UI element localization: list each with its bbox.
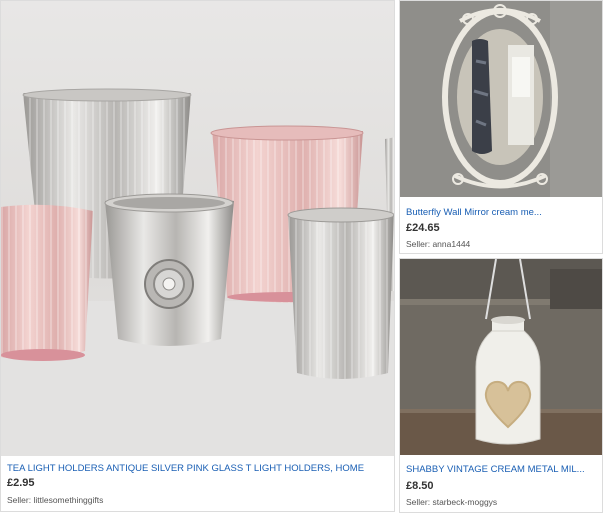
listing-price: £8.50 — [406, 480, 434, 492]
listing-card-tea-lights[interactable]: TEA LIGHT HOLDERS ANTIQUE SILVER PINK GL… — [0, 0, 395, 512]
milk-churn-lantern-image — [400, 259, 602, 455]
listing-price: £2.95 — [7, 477, 35, 489]
listing-image[interactable] — [400, 259, 602, 455]
listing-seller: Seller: starbeck-moggys — [406, 497, 498, 507]
tea-light-holders-image — [1, 1, 394, 456]
listing-seller: Seller: anna1444 — [406, 239, 471, 249]
listing-title[interactable]: SHABBY VINTAGE CREAM METAL MIL... — [406, 464, 596, 475]
listing-price: £24.65 — [406, 222, 440, 234]
listing-title[interactable]: TEA LIGHT HOLDERS ANTIQUE SILVER PINK GL… — [7, 463, 388, 474]
listing-image[interactable] — [400, 1, 602, 197]
listing-card-butterfly-mirror[interactable]: Butterfly Wall Mirror cream me... £24.65… — [399, 0, 603, 254]
listing-title[interactable]: Butterfly Wall Mirror cream me... — [406, 207, 596, 218]
listing-seller: Seller: littlesomethinggifts — [7, 495, 104, 505]
butterfly-mirror-image — [400, 1, 602, 197]
listing-card-milk-churn-lantern[interactable]: SHABBY VINTAGE CREAM METAL MIL... £8.50 … — [399, 258, 603, 513]
listing-image[interactable] — [1, 1, 394, 456]
